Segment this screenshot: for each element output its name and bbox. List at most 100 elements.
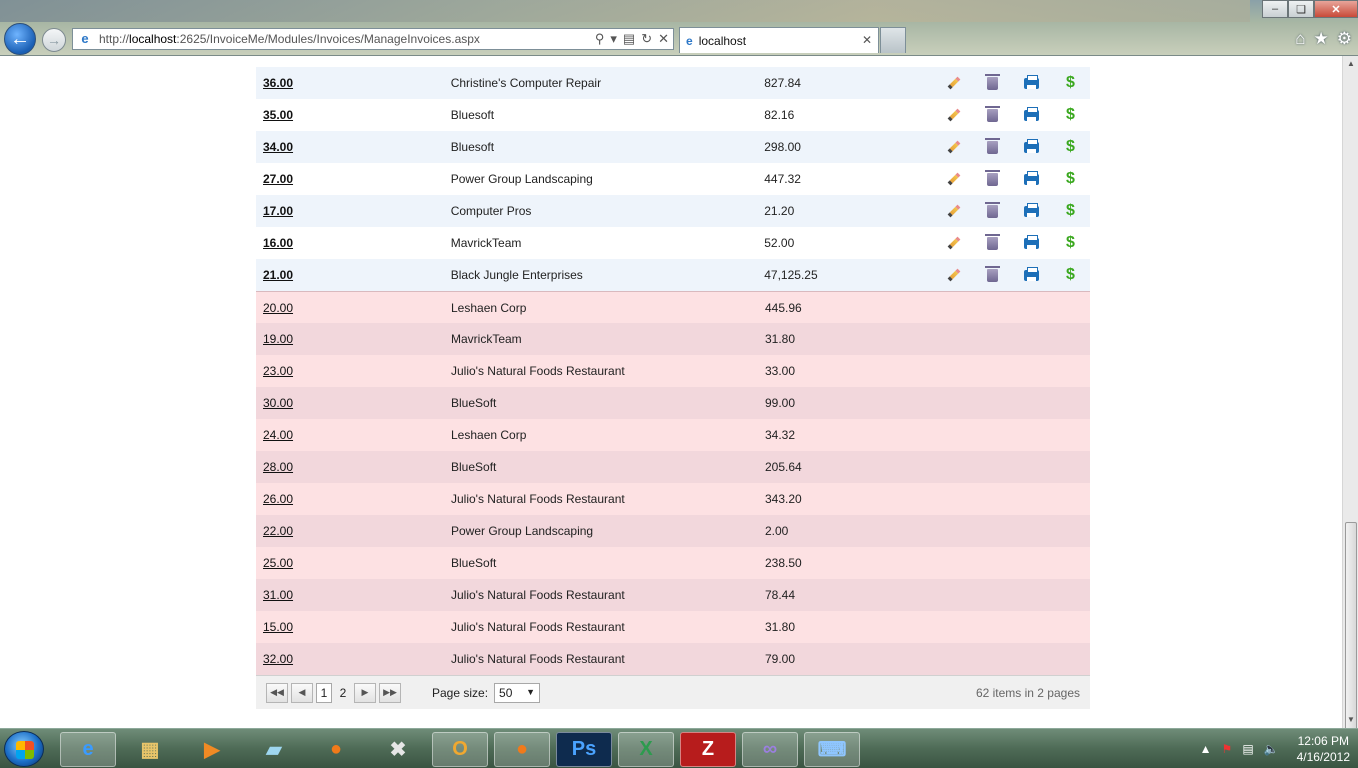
- invoice-number-link[interactable]: 22.00: [263, 524, 293, 538]
- taskbar-firefox-2[interactable]: ●: [494, 732, 550, 767]
- search-icon[interactable]: ⚲: [595, 31, 605, 47]
- taskbar-remote-desktop[interactable]: ⌨: [804, 732, 860, 767]
- taskbar-windows-explorer[interactable]: ▦: [122, 732, 178, 767]
- restore-button[interactable]: ❏: [1288, 0, 1314, 18]
- close-window-button[interactable]: ✕: [1314, 0, 1358, 18]
- delete-button[interactable]: [973, 105, 1012, 125]
- invoice-number-link[interactable]: 26.00: [263, 492, 293, 506]
- print-button[interactable]: [1012, 105, 1051, 125]
- stop-icon[interactable]: ✕: [658, 31, 669, 47]
- page-link-2[interactable]: 2: [335, 683, 351, 703]
- delete-button[interactable]: [973, 233, 1012, 253]
- invoice-number-link[interactable]: 34.00: [263, 140, 293, 154]
- page-link-1[interactable]: 1: [316, 682, 332, 703]
- invoice-number-link[interactable]: 17.00: [263, 204, 293, 218]
- taskbar-firefox[interactable]: ●: [308, 732, 364, 767]
- delete-button[interactable]: [973, 137, 1012, 157]
- record-payment-button[interactable]: $: [1051, 169, 1090, 189]
- delete-button[interactable]: [973, 265, 1012, 285]
- record-payment-button[interactable]: $: [1051, 73, 1090, 93]
- print-button[interactable]: [1012, 233, 1051, 253]
- taskbar-visual-studio[interactable]: ∞: [742, 732, 798, 767]
- edit-button[interactable]: [934, 169, 973, 189]
- invoice-number-link[interactable]: 36.00: [263, 76, 293, 90]
- invoice-number-link[interactable]: 32.00: [263, 652, 293, 666]
- delete-button[interactable]: [973, 169, 1012, 189]
- invoice-number-cell: 19.00: [256, 332, 451, 346]
- network-icon[interactable]: ▤: [1242, 742, 1253, 756]
- delete-button[interactable]: [973, 73, 1012, 93]
- invoice-number-link[interactable]: 15.00: [263, 620, 293, 634]
- taskbar-photoshop[interactable]: Ps: [556, 732, 612, 767]
- invoice-number-link[interactable]: 25.00: [263, 556, 293, 570]
- taskbar-internet-explorer[interactable]: e: [60, 732, 116, 767]
- taskbar-media-player[interactable]: ▶: [184, 732, 240, 767]
- edit-button[interactable]: [934, 233, 973, 253]
- invoice-number-link[interactable]: 20.00: [263, 301, 293, 315]
- title-bar: [0, 0, 1250, 22]
- record-payment-button[interactable]: $: [1051, 233, 1090, 253]
- print-button[interactable]: [1012, 169, 1051, 189]
- page-size-select[interactable]: 50 ▼: [494, 682, 541, 703]
- forward-button[interactable]: →: [42, 28, 66, 52]
- edit-button[interactable]: [934, 73, 973, 93]
- delete-button[interactable]: [973, 201, 1012, 221]
- last-page-button[interactable]: ▶▶: [379, 682, 401, 703]
- invoice-number-link[interactable]: 21.00: [263, 268, 293, 282]
- favorites-star-icon[interactable]: ★: [1314, 29, 1329, 49]
- volume-muted-icon[interactable]: 🔈: [1264, 742, 1279, 756]
- show-hidden-icons-icon[interactable]: ▲: [1200, 742, 1212, 756]
- record-payment-button[interactable]: $: [1051, 105, 1090, 125]
- tab-close-icon[interactable]: ✕: [862, 33, 872, 47]
- vertical-scrollbar[interactable]: ▲ ▼: [1342, 56, 1358, 742]
- minimize-button[interactable]: –: [1262, 0, 1288, 18]
- taskbar-excel[interactable]: X: [618, 732, 674, 767]
- tab-localhost[interactable]: e localhost ✕: [679, 27, 879, 53]
- invoice-number-link[interactable]: 27.00: [263, 172, 293, 186]
- prev-page-button[interactable]: ◀: [291, 682, 313, 703]
- row-actions: $: [934, 105, 1090, 125]
- edit-button[interactable]: [934, 105, 973, 125]
- invoice-number-link[interactable]: 19.00: [263, 332, 293, 346]
- edit-button[interactable]: [934, 201, 973, 221]
- edit-button[interactable]: [934, 265, 973, 285]
- printer-icon: [1024, 74, 1039, 89]
- settings-gear-icon[interactable]: ⚙: [1337, 29, 1352, 49]
- invoice-number-link[interactable]: 30.00: [263, 396, 293, 410]
- print-button[interactable]: [1012, 201, 1051, 221]
- invoice-number-link[interactable]: 35.00: [263, 108, 293, 122]
- chevron-down-icon[interactable]: ▾: [610, 31, 617, 47]
- system-clock[interactable]: 12:06 PM 4/16/2012: [1297, 733, 1350, 765]
- table-row: 22.00 Power Group Landscaping 2.00: [256, 515, 1090, 547]
- invoice-number-link[interactable]: 24.00: [263, 428, 293, 442]
- invoice-number-link[interactable]: 31.00: [263, 588, 293, 602]
- taskbar-notepad[interactable]: ▰: [246, 732, 302, 767]
- print-button[interactable]: [1012, 73, 1051, 93]
- taskbar-tools[interactable]: ✖: [370, 732, 426, 767]
- invoice-number-link[interactable]: 23.00: [263, 364, 293, 378]
- invoice-number-link[interactable]: 28.00: [263, 460, 293, 474]
- grid-pager: ◀◀ ◀ 1 2 ▶ ▶▶ Page size: 50 ▼ 62 items i…: [256, 675, 1090, 709]
- refresh-icon[interactable]: ↻: [641, 31, 652, 47]
- start-button[interactable]: [4, 731, 44, 767]
- scroll-thumb[interactable]: [1345, 522, 1357, 742]
- scroll-up-arrow[interactable]: ▲: [1343, 56, 1358, 72]
- record-payment-button[interactable]: $: [1051, 137, 1090, 157]
- first-page-button[interactable]: ◀◀: [266, 682, 288, 703]
- home-icon[interactable]: ⌂: [1295, 29, 1305, 49]
- taskbar-filezilla[interactable]: Z: [680, 732, 736, 767]
- record-payment-button[interactable]: $: [1051, 201, 1090, 221]
- compatibility-icon[interactable]: ▤: [623, 31, 635, 47]
- print-button[interactable]: [1012, 265, 1051, 285]
- scroll-down-arrow[interactable]: ▼: [1343, 712, 1358, 728]
- taskbar-outlook[interactable]: O: [432, 732, 488, 767]
- record-payment-button[interactable]: $: [1051, 265, 1090, 285]
- invoice-number-link[interactable]: 16.00: [263, 236, 293, 250]
- back-button[interactable]: ←: [4, 23, 36, 55]
- print-button[interactable]: [1012, 137, 1051, 157]
- address-bar[interactable]: e http://localhost:2625/InvoiceMe/Module…: [72, 28, 674, 50]
- new-tab-button[interactable]: [880, 27, 906, 53]
- edit-button[interactable]: [934, 137, 973, 157]
- next-page-button[interactable]: ▶: [354, 682, 376, 703]
- action-center-flag-icon[interactable]: ⚑: [1222, 742, 1233, 756]
